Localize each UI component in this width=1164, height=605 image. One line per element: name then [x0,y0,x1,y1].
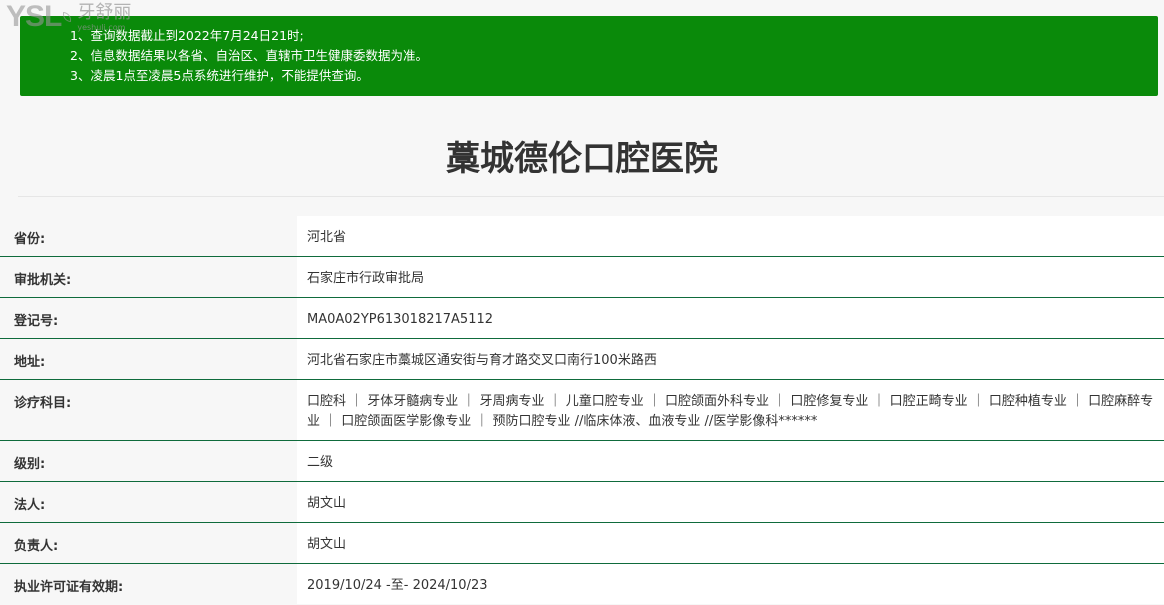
table-row: 诊疗科目: 口腔科 ｜ 牙体牙髓病专业 ｜ 牙周病专业 ｜ 儿童口腔专业 ｜ 口… [0,380,1164,441]
logo-url: yeshuli.com [77,23,126,32]
logo-text: 牙舒丽 [77,2,132,23]
row-label-authority: 审批机关: [0,257,297,297]
row-label-manager: 负责人: [0,523,297,563]
page: YSL 牙舒丽 yeshuli.com 1、查询数据截止到2022年7月24日2… [0,0,1164,605]
site-logo[interactable]: YSL 牙舒丽 yeshuli.com [6,2,131,32]
row-label-license-validity: 执业许可证有效期: [0,564,297,604]
row-value-address: 河北省石家庄市藁城区通安街与育才路交叉口南行100米路西 [297,339,1164,379]
info-table: 省份: 河北省 审批机关: 石家庄市行政审批局 登记号: MA0A02YP613… [0,216,1164,604]
notice-line: 1、查询数据截止到2022年7月24日21时; [70,28,304,43]
row-label-address: 地址: [0,339,297,379]
row-value-level: 二级 [297,441,1164,481]
row-value-registration: MA0A02YP613018217A5112 [297,298,1164,338]
notice-line: 2、信息数据结果以各省、自治区、直辖市卫生健康委数据为准。 [70,48,428,63]
table-row: 执业许可证有效期: 2019/10/24 -至- 2024/10/23 [0,564,1164,604]
table-row: 级别: 二级 [0,441,1164,482]
title-divider [18,196,1164,197]
table-row: 法人: 胡文山 [0,482,1164,523]
row-value-license-validity: 2019/10/24 -至- 2024/10/23 [297,564,1164,604]
table-row: 省份: 河北省 [0,216,1164,257]
table-row: 地址: 河北省石家庄市藁城区通安街与育才路交叉口南行100米路西 [0,339,1164,380]
row-label-registration: 登记号: [0,298,297,338]
notice-line: 3、凌晨1点至凌晨5点系统进行维护，不能提供查询。 [70,68,369,83]
row-value-legal-person: 胡文山 [297,482,1164,522]
table-row: 负责人: 胡文山 [0,523,1164,564]
row-label-level: 级别: [0,441,297,481]
row-value-province: 河北省 [297,216,1164,256]
row-value-authority: 石家庄市行政审批局 [297,257,1164,297]
row-value-manager: 胡文山 [297,523,1164,563]
row-label-province: 省份: [0,216,297,256]
leaf-icon [63,12,72,22]
row-label-legal-person: 法人: [0,482,297,522]
table-row: 审批机关: 石家庄市行政审批局 [0,257,1164,298]
page-title: 藁城德伦口腔医院 [446,139,718,179]
table-row: 登记号: MA0A02YP613018217A5112 [0,298,1164,339]
row-value-departments: 口腔科 ｜ 牙体牙髓病专业 ｜ 牙周病专业 ｜ 儿童口腔专业 ｜ 口腔颌面外科专… [297,380,1164,440]
row-label-departments: 诊疗科目: [0,380,297,440]
notice-banner: 1、查询数据截止到2022年7月24日21时; 2、信息数据结果以各省、自治区、… [20,16,1158,96]
logo-mark: YSL [6,0,62,33]
